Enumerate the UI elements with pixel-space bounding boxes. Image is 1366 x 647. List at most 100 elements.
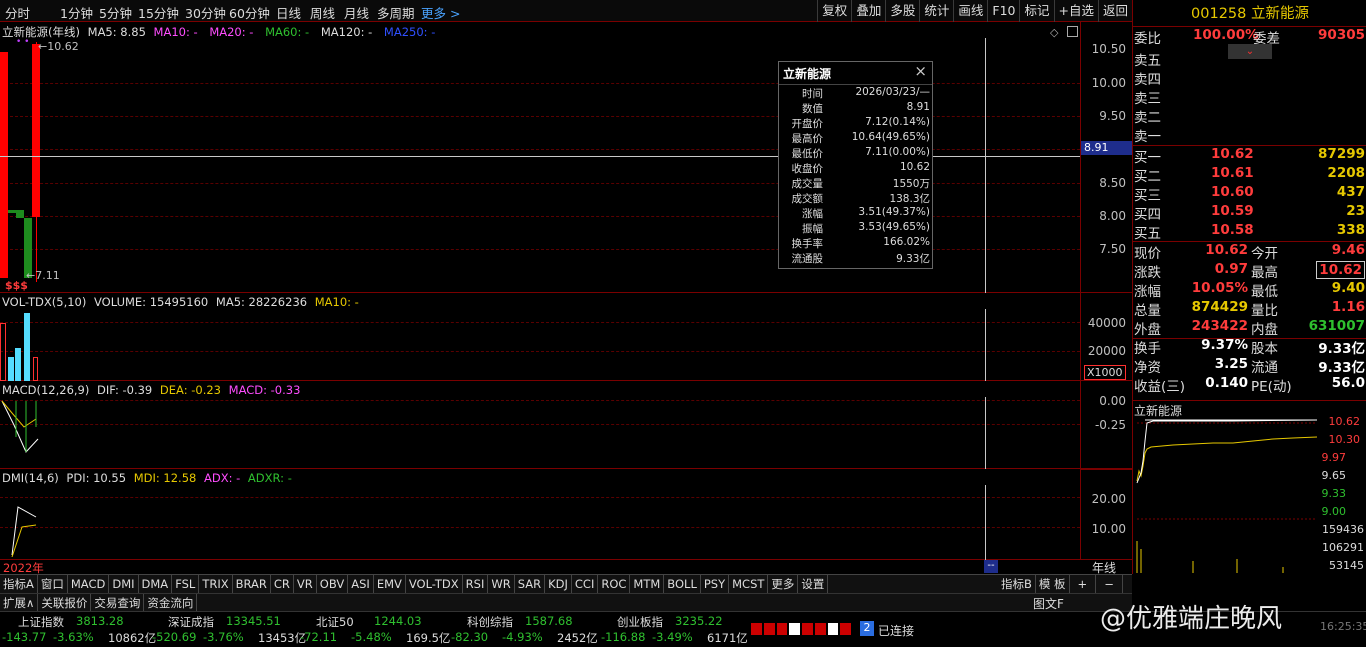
tooltip-key: 收盘价 (791, 163, 824, 175)
stat-label: 外盘 (1134, 322, 1161, 338)
diamond-icon[interactable]: ◇ (1050, 26, 1058, 39)
indicator-tab[interactable]: MCST (729, 575, 769, 594)
connection-count-badge: 2 (860, 621, 874, 636)
indicator-tab[interactable]: WR (488, 575, 515, 594)
indicator-tab[interactable]: RSI (463, 575, 489, 594)
index-percent: -3.49% (652, 630, 693, 644)
stat-value: 9.33亿 (1318, 360, 1365, 376)
mini-price: 9.65 (1321, 469, 1347, 482)
close-icon[interactable]: × (914, 62, 927, 80)
back-button[interactable]: 返回 (1097, 0, 1132, 22)
indicator-tab[interactable]: CCI (572, 575, 599, 594)
maximize-icon[interactable] (1067, 26, 1078, 37)
indicator-tab[interactable]: ASI (348, 575, 374, 594)
indicator-tab-right[interactable]: 指标B (998, 575, 1036, 594)
period-bar: 分时 1分钟 5分钟 15分钟 30分钟 60分钟 日线 周线 月线 多周期 更… (0, 0, 1132, 22)
index-name[interactable]: 创业板指 (617, 614, 663, 630)
index-name[interactable]: 北证50 (316, 614, 354, 630)
indicator-tab[interactable]: 更多 (768, 575, 799, 594)
indicator-tab[interactable]: MACD (68, 575, 110, 594)
overlay-button[interactable]: 叠加 (851, 0, 885, 22)
tooltip-value: 8.91 (906, 101, 930, 113)
indicator-tab[interactable]: 指标A (0, 575, 38, 594)
indicator-tab[interactable]: EMV (374, 575, 406, 594)
volume-pane[interactable]: VOL-TDX(5,10) VOLUME: 15495160 MA5: 2822… (0, 293, 1132, 381)
restore-rights-button[interactable]: 复权 (817, 0, 851, 22)
indicator-tab[interactable]: MTM (630, 575, 665, 594)
ma5-value: MA5: 8.85 (87, 25, 146, 39)
period-60min[interactable]: 60分钟 (229, 3, 270, 22)
indicator-tab[interactable]: BRAR (233, 575, 271, 594)
period-5min[interactable]: 5分钟 (99, 3, 132, 22)
period-more[interactable]: 更多 > (421, 3, 460, 22)
statistics-button[interactable]: 统计 (919, 0, 953, 22)
period-day[interactable]: 日线 (276, 3, 301, 22)
stat-row: 外盘 243422 内盘 631007 (1133, 318, 1366, 338)
stat-value: 10.62 (1316, 261, 1365, 279)
period-month[interactable]: 月线 (344, 3, 369, 22)
indicator-tab[interactable]: OBV (317, 575, 349, 594)
index-name[interactable]: 上证指数 (18, 614, 64, 630)
sell-row[interactable]: 卖一 (1133, 125, 1366, 145)
sell-row[interactable]: 卖二 (1133, 106, 1366, 126)
indicator-tab[interactable]: ROC (598, 575, 631, 594)
period-1min[interactable]: 1分钟 (60, 3, 93, 22)
indicator-tab[interactable]: PSY (701, 575, 730, 594)
tooltip-key: 振幅 (802, 223, 823, 235)
buy-row[interactable]: 买五 10.58 338 (1133, 222, 1366, 242)
indicator-tab[interactable]: TRIX (199, 575, 233, 594)
indicator-tab[interactable]: DMA (139, 575, 173, 594)
tooltip-key: 数值 (802, 103, 823, 115)
indicator-tab[interactable]: 窗口 (38, 575, 68, 594)
vol-header: VOL-TDX(5,10) VOLUME: 15495160 MA5: 2822… (2, 295, 359, 309)
buy-row[interactable]: 买二 10.61 2208 (1133, 165, 1366, 185)
indicator-tab[interactable]: 设置 (798, 575, 829, 594)
ytick: 8.00 (1099, 209, 1126, 223)
dmi-adxr: ADXR: - (247, 471, 292, 485)
kline-pane[interactable]: 立新能源(年线) MA5: 8.85 MA10: - MA20: - MA60:… (0, 22, 1133, 293)
index-name[interactable]: 深证成指 (168, 614, 214, 630)
indicator-tab[interactable]: KDJ (545, 575, 572, 594)
tooltip-row: 收盘价 10.62 (779, 161, 934, 176)
period-fenshi[interactable]: 分时 (5, 3, 30, 22)
indicator-tab-right[interactable]: 模 板 (1036, 575, 1070, 594)
sell-row[interactable]: 卖五 (1133, 49, 1366, 69)
sell-row[interactable]: 卖三 (1133, 87, 1366, 107)
period-15min[interactable]: 15分钟 (138, 3, 179, 22)
mini-price: 9.33 (1321, 487, 1347, 500)
indicator-tab[interactable]: VR (294, 575, 317, 594)
index-name[interactable]: 科创综指 (467, 614, 513, 630)
indicator-tab[interactable]: BOLL (664, 575, 701, 594)
indicator-tab[interactable]: DMI (109, 575, 139, 594)
period-30min[interactable]: 30分钟 (185, 3, 226, 22)
indicator-tab[interactable]: CR (271, 575, 294, 594)
period-multi[interactable]: 多周期 (377, 3, 415, 22)
tooltip-row: 振幅 3.53(49.65%) (779, 221, 934, 236)
sell-row[interactable]: 卖四 (1133, 68, 1366, 88)
indicator-tab-right[interactable]: − (1096, 575, 1123, 594)
f10-button[interactable]: F10 (987, 0, 1019, 22)
indicator-tab[interactable]: SAR (515, 575, 546, 594)
mini-intraday-chart[interactable]: 立新能源 10.62 10.30 9.97 9.65 9.33 9.00 159… (1132, 400, 1366, 574)
indicator-tab-right[interactable]: + (1070, 575, 1097, 594)
stat-label: 涨幅 (1134, 284, 1161, 300)
buy-row[interactable]: 买一 10.62 87299 (1133, 146, 1366, 166)
add-watchlist-button[interactable]: +自选 (1053, 0, 1098, 22)
buy-row[interactable]: 买三 10.60 437 (1133, 184, 1366, 204)
mark-button[interactable]: 标记 (1019, 0, 1053, 22)
chart-text-tab[interactable]: 图文F (1033, 595, 1064, 612)
tooltip-value: 138.3亿 (889, 193, 930, 205)
index-amount: 169.5亿 (406, 631, 451, 645)
dmi-pane[interactable]: DMI(14,6) PDI: 10.55 MDI: 12.58 ADX: - A… (0, 469, 1132, 560)
connection-status[interactable]: 已连接 (878, 622, 914, 639)
period-week[interactable]: 周线 (310, 3, 335, 22)
buy-row[interactable]: 买四 10.59 23 (1133, 203, 1366, 223)
draw-line-button[interactable]: 画线 (953, 0, 987, 22)
indicator-tab[interactable]: VOL-TDX (406, 575, 463, 594)
macd-pane[interactable]: MACD(12,26,9) DIF: -0.39 DEA: -0.23 MACD… (0, 381, 1132, 469)
buy-price: 10.60 (1211, 184, 1254, 200)
tooltip-key: 成交额 (791, 193, 824, 205)
multi-stock-button[interactable]: 多股 (885, 0, 919, 22)
indicator-tab[interactable]: FSL (172, 575, 200, 594)
tooltip-value: 2026/03/23/— (855, 86, 930, 98)
